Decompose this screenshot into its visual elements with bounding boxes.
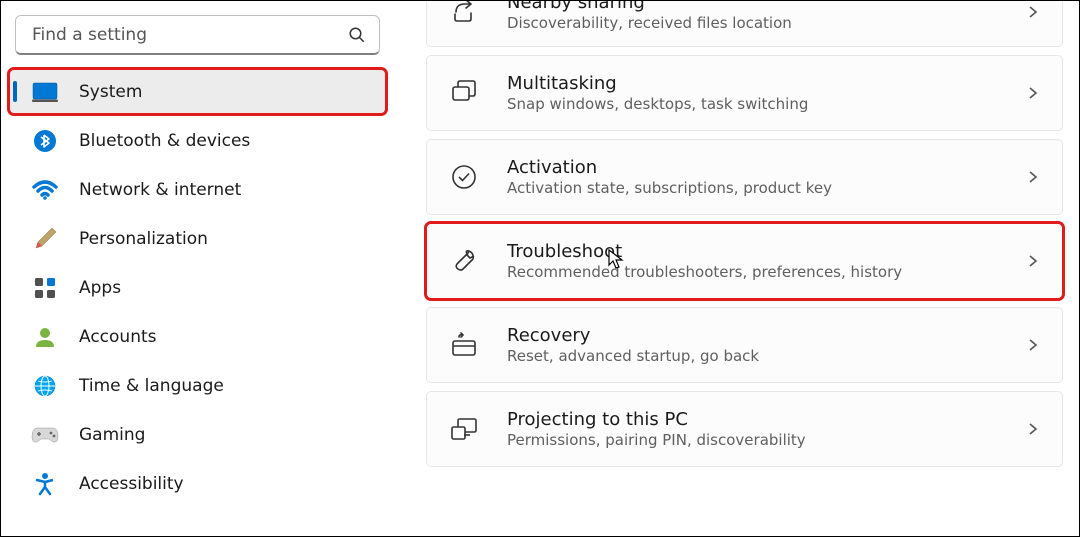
card-recovery[interactable]: Recovery Reset, advanced startup, go bac… [426,307,1063,383]
search-container [15,15,380,55]
card-title: Projecting to this PC [507,408,1026,431]
gaming-icon [31,421,59,449]
card-projecting[interactable]: Projecting to this PC Permissions, pairi… [426,391,1063,467]
time-language-icon [31,372,59,400]
accounts-icon [31,323,59,351]
sidebar-item-bluetooth[interactable]: Bluetooth & devices [9,118,386,163]
sidebar-item-system[interactable]: System [9,69,386,114]
card-text: Recovery Reset, advanced startup, go bac… [507,324,1026,367]
main-content: Nearby sharing Discoverability, received… [394,1,1079,536]
card-title: Recovery [507,324,1026,347]
checkmark-circle-icon [449,162,479,192]
sidebar-item-apps[interactable]: Apps [9,265,386,310]
card-text: Projecting to this PC Permissions, pairi… [507,408,1026,451]
card-subtitle: Discoverability, received files location [507,14,1026,34]
projecting-icon [449,414,479,444]
card-text: Multitasking Snap windows, desktops, tas… [507,72,1026,115]
card-nearby-sharing[interactable]: Nearby sharing Discoverability, received… [426,1,1063,47]
sidebar-item-label: Time & language [79,376,224,396]
sidebar-item-gaming[interactable]: Gaming [9,412,386,457]
card-title: Troubleshoot [507,240,1026,263]
sidebar-item-accessibility[interactable]: Accessibility [9,461,386,506]
card-multitasking[interactable]: Multitasking Snap windows, desktops, tas… [426,55,1063,131]
share-icon [449,1,479,27]
apps-icon [31,274,59,302]
chevron-right-icon [1026,422,1040,436]
sidebar-item-label: Gaming [79,425,145,445]
search-input[interactable] [15,15,380,55]
sidebar-item-label: Bluetooth & devices [79,131,250,151]
sidebar-item-network[interactable]: Network & internet [9,167,386,212]
wifi-icon [31,176,59,204]
multitasking-icon [449,78,479,108]
recovery-icon [449,330,479,360]
card-activation[interactable]: Activation Activation state, subscriptio… [426,139,1063,215]
card-title: Activation [507,156,1026,179]
paintbrush-icon [31,225,59,253]
card-subtitle: Recommended troubleshooters, preferences… [507,263,1026,283]
sidebar-item-label: System [79,82,142,102]
card-subtitle: Permissions, pairing PIN, discoverabilit… [507,431,1026,451]
card-subtitle: Snap windows, desktops, task switching [507,95,1026,115]
chevron-right-icon [1026,254,1040,268]
chevron-right-icon [1026,338,1040,352]
card-title: Nearby sharing [507,1,1026,14]
sidebar-item-label: Apps [79,278,121,298]
bluetooth-icon [31,127,59,155]
sidebar-item-label: Accounts [79,327,157,347]
card-text: Activation Activation state, subscriptio… [507,156,1026,199]
chevron-right-icon [1026,170,1040,184]
chevron-right-icon [1026,86,1040,100]
sidebar-item-label: Accessibility [79,474,184,494]
chevron-right-icon [1026,5,1040,19]
card-subtitle: Activation state, subscriptions, product… [507,179,1026,199]
search-icon [348,26,366,44]
card-troubleshoot[interactable]: Troubleshoot Recommended troubleshooters… [426,223,1063,299]
sidebar-item-time[interactable]: Time & language [9,363,386,408]
sidebar-item-personalization[interactable]: Personalization [9,216,386,261]
sidebar-item-accounts[interactable]: Accounts [9,314,386,359]
accessibility-icon [31,470,59,498]
card-text: Nearby sharing Discoverability, received… [507,1,1026,33]
sidebar-item-label: Personalization [79,229,208,249]
card-text: Troubleshoot Recommended troubleshooters… [507,240,1026,283]
sidebar: System Bluetooth & devices Network & int… [1,1,394,536]
sidebar-item-label: Network & internet [79,180,241,200]
wrench-icon [449,246,479,276]
card-title: Multitasking [507,72,1026,95]
system-icon [31,78,59,106]
card-subtitle: Reset, advanced startup, go back [507,347,1026,367]
